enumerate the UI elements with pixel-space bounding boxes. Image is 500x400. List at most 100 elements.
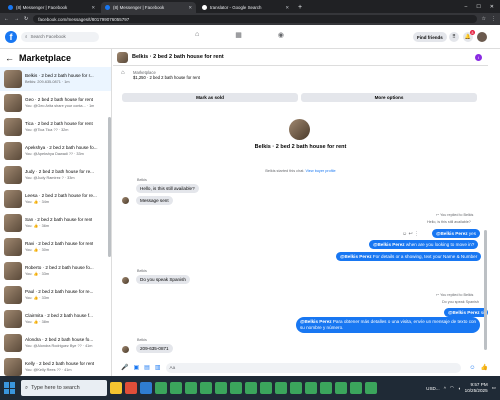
quoted-message[interactable]: Do you speak Spanish xyxy=(442,300,479,304)
conversation-item[interactable]: Judy · 2 bed 2 bath house for re... You: … xyxy=(0,163,111,187)
incoming-message[interactable]: Do you speak Spanish xyxy=(136,275,190,284)
conversation-item[interactable]: Apekshya · 2 bed 2 bath house fo... You: … xyxy=(0,139,111,163)
outgoing-message[interactable]: @Belkis Perez For details or a showing, … xyxy=(336,252,482,261)
currency-widget[interactable]: USD... xyxy=(426,386,440,391)
url-field[interactable]: facebook.com/messages/t/801799076055797 xyxy=(33,15,477,23)
microphone-icon[interactable]: 🎤 xyxy=(121,364,128,371)
facebook-logo[interactable]: f xyxy=(5,30,17,43)
chrome-icon[interactable] xyxy=(335,382,347,394)
mention[interactable]: @Belkis Perez xyxy=(448,310,480,315)
home-icon[interactable]: ⌂ xyxy=(195,31,199,39)
mention[interactable]: @Belkis Perez xyxy=(300,319,332,324)
sender-avatar[interactable] xyxy=(122,197,129,204)
chrome-icon[interactable] xyxy=(245,382,257,394)
mention[interactable]: @Belkis Perez xyxy=(373,242,405,247)
chrome-icon[interactable] xyxy=(260,382,272,394)
chrome-icon[interactable] xyxy=(230,382,242,394)
mention[interactable]: @Belkis Perez xyxy=(340,254,372,259)
chrome-icon[interactable] xyxy=(320,382,332,394)
message-input[interactable]: Aa xyxy=(165,362,462,373)
notification-center-icon[interactable]: ▭ xyxy=(492,385,496,391)
outgoing-message[interactable]: @Belkis Perez when are you looking to mo… xyxy=(369,240,479,249)
conversation-item[interactable]: Alondra · 2 bed 2 bath house fo... You: @… xyxy=(0,331,111,355)
forward-icon[interactable]: → xyxy=(14,16,19,22)
outgoing-message[interactable]: @Belkis Perez yes xyxy=(432,229,480,238)
browser-tab-2[interactable]: (8) Messenger | Facebook ✕ xyxy=(101,2,196,13)
view-buyer-profile-link[interactable]: View buyer profile xyxy=(305,169,335,173)
photo-icon[interactable]: ▣ xyxy=(133,364,139,371)
conversation-item[interactable]: Roberto · 2 bed 2 bath house fo... You: 👍… xyxy=(0,259,111,283)
conversation-item[interactable]: Paul · 2 bed 2 bath house for re... You: … xyxy=(0,283,111,307)
sender-avatar[interactable] xyxy=(122,346,129,353)
sender-avatar[interactable] xyxy=(122,277,129,284)
marketplace-icon[interactable]: ▦ xyxy=(235,31,242,39)
close-tab-icon[interactable]: ✕ xyxy=(91,5,95,11)
outgoing-message[interactable]: @Belkis Perez Para obtener más detalles … xyxy=(296,317,481,333)
chrome-icon[interactable] xyxy=(170,382,182,394)
conversation-item[interactable]: Clairmita · 2 bed 2 bath house f... You: … xyxy=(0,307,111,331)
close-window-icon[interactable]: ✕ xyxy=(490,2,494,13)
gif-icon[interactable]: ▥ xyxy=(155,364,161,371)
browser-tab-3[interactable]: translator - Google Search ✕ xyxy=(198,2,293,13)
network-icon[interactable]: ◠ xyxy=(450,385,454,391)
listing-price-title[interactable]: $1,250 · 2 bed 2 bath house for rent xyxy=(133,75,200,80)
mail-icon[interactable] xyxy=(140,382,152,394)
outgoing-message[interactable]: @Belkis Perez si xyxy=(444,308,489,317)
conversation-item[interactable]: Tica · 2 bed 2 bath house for rent You: @… xyxy=(0,115,111,139)
conversation-item[interactable]: Ravi · 2 bed 2 bath house for rent You: 👍… xyxy=(0,235,111,259)
windows-start-icon[interactable] xyxy=(4,382,16,394)
sticker-icon[interactable]: ▤ xyxy=(144,364,150,371)
more-icon[interactable]: ⋮ xyxy=(414,231,419,237)
emoji-icon[interactable]: ☺ xyxy=(469,365,475,371)
chevron-up-icon[interactable]: ^ xyxy=(444,386,446,391)
chrome-icon[interactable] xyxy=(365,382,377,394)
listing-thumbnail[interactable] xyxy=(117,51,128,63)
browser-menu-icon[interactable]: ⋮ xyxy=(491,16,496,22)
minimize-icon[interactable]: – xyxy=(465,2,468,13)
close-tab-icon[interactable]: ✕ xyxy=(285,5,289,11)
quoted-message[interactable]: Hello, is this still available? xyxy=(427,220,471,224)
chat-title[interactable]: Belkis · 2 bed 2 bath house for rent xyxy=(132,54,224,60)
browser-tab-1[interactable]: (8) Messenger | Facebook ✕ xyxy=(4,2,99,13)
incoming-message[interactable]: 209-635-0871 xyxy=(136,344,173,353)
profile-avatar[interactable] xyxy=(477,32,487,42)
file-explorer-icon[interactable] xyxy=(110,382,122,394)
chrome-icon[interactable] xyxy=(155,382,167,394)
info-icon[interactable]: i xyxy=(475,53,482,61)
chat-scrollbar[interactable] xyxy=(484,230,487,350)
incoming-message[interactable]: Message sent xyxy=(136,196,173,205)
close-tab-icon[interactable]: ✕ xyxy=(188,5,192,11)
menu-grid-icon[interactable]: ⠿ xyxy=(449,32,459,42)
chrome-icon[interactable] xyxy=(185,382,197,394)
back-arrow-icon[interactable]: ← xyxy=(5,53,14,63)
conversation-item[interactable]: Geo · 2 bed 2 bath house for rent You: @G… xyxy=(0,91,111,115)
mention[interactable]: @Belkis Perez xyxy=(436,231,468,236)
incoming-message[interactable]: Hello, is this still available? xyxy=(136,184,199,193)
sidebar-scrollbar[interactable] xyxy=(108,117,111,257)
chrome-icon[interactable] xyxy=(350,382,362,394)
clock[interactable]: 9:57 PM 10/25/2025 xyxy=(465,382,488,394)
chrome-icon[interactable] xyxy=(200,382,212,394)
store-icon[interactable] xyxy=(125,382,137,394)
conversation-listing-image[interactable] xyxy=(289,119,310,140)
taskbar-search-input[interactable]: ⌕ Type here to search xyxy=(21,380,107,396)
reply-icon[interactable]: ↩ xyxy=(409,231,413,237)
find-friends-button[interactable]: Find friends xyxy=(413,32,447,42)
back-icon[interactable]: ← xyxy=(4,16,9,22)
reload-icon[interactable]: ↻ xyxy=(24,16,28,22)
groups-icon[interactable]: ◉ xyxy=(278,31,284,39)
volume-icon[interactable]: ◖ xyxy=(458,386,461,391)
conversation-item[interactable]: Leesa · 2 bed 2 bath house for re... You:… xyxy=(0,187,111,211)
bookmark-star-icon[interactable]: ☆ xyxy=(482,16,486,22)
mark-as-sold-button[interactable]: Mark as sold xyxy=(122,93,298,102)
new-tab-button[interactable]: + xyxy=(298,2,302,13)
conversation-item[interactable]: Belkis · 2 bed 2 bath house for r... Belk… xyxy=(0,67,111,91)
more-options-button[interactable]: More options xyxy=(301,93,477,102)
chrome-icon[interactable] xyxy=(275,382,287,394)
conversation-item[interactable]: Kelly · 2 bed 2 bath house for rent You: … xyxy=(0,355,111,376)
maximize-icon[interactable]: ☐ xyxy=(476,2,480,13)
chrome-icon[interactable] xyxy=(290,382,302,394)
search-input[interactable]: ⌕ Search Facebook xyxy=(21,31,99,42)
conversation-item[interactable]: San · 2 bed 2 bath house for rent You: 👍 … xyxy=(0,211,111,235)
notifications-icon[interactable]: 🔔 8 xyxy=(463,30,475,42)
